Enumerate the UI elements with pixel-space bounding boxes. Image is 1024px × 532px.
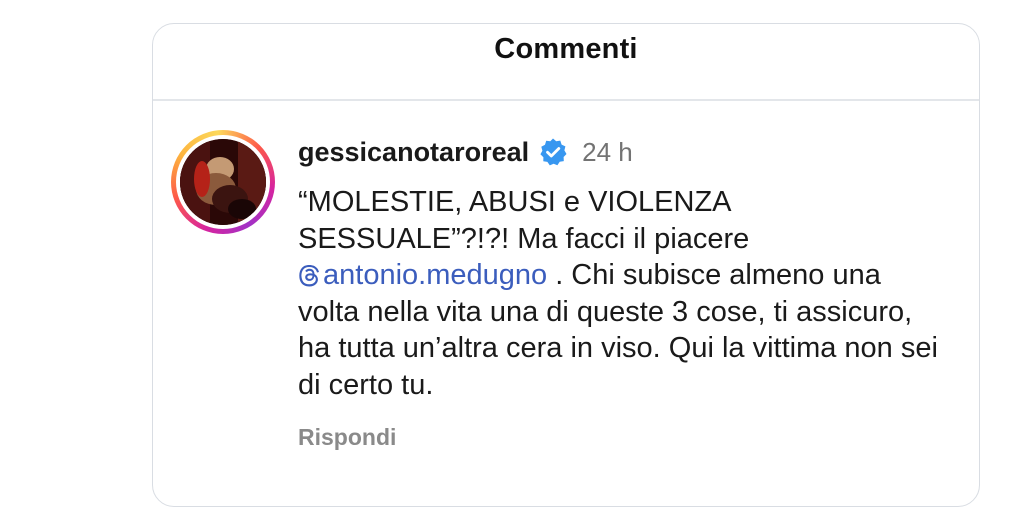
- verified-badge-icon: [538, 137, 568, 167]
- comment-header: gessicanotaroreal 24 h: [298, 134, 633, 170]
- avatar-story-ring[interactable]: [171, 130, 275, 234]
- threads-icon: [298, 260, 322, 287]
- header-divider: [153, 99, 979, 101]
- avatar-photo: [180, 139, 266, 225]
- reply-button[interactable]: Rispondi: [298, 424, 396, 451]
- mention-text: antonio.medugno: [323, 259, 548, 291]
- mention-link[interactable]: antonio.medugno: [298, 259, 547, 291]
- username-link[interactable]: gessicanotaroreal: [298, 137, 529, 168]
- avatar: [180, 139, 266, 225]
- card-title: Commenti: [494, 33, 638, 65]
- comments-card: Commenti gessicanotaroreal 24 h “MOLESTI…: [152, 23, 980, 507]
- comment-text: “MOLESTIE, ABUSI e VIOLENZA SESSUALE”?!?…: [298, 184, 948, 403]
- comment-text-before: “MOLESTIE, ABUSI e VIOLENZA SESSUALE”?!?…: [298, 186, 750, 255]
- comment-timestamp: 24 h: [582, 136, 633, 167]
